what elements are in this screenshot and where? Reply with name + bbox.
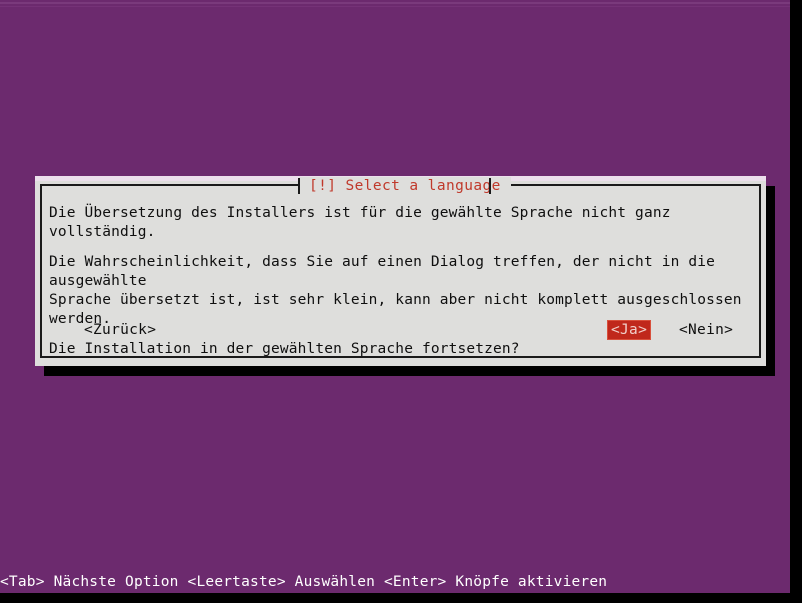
dialog-paragraph-2: Die Wahrscheinlichkeit, dass Sie auf ein… xyxy=(49,254,742,327)
no-button[interactable]: <Nein> xyxy=(675,320,737,340)
back-button[interactable]: <Zurück> xyxy=(80,320,160,340)
dialog-paragraph-1: Die Übersetzung des Installers ist für d… xyxy=(49,205,680,240)
title-tick-left xyxy=(298,178,300,194)
canvas-top-rule-secondary xyxy=(0,6,790,7)
dialog-body: Die Übersetzung des Installers ist für d… xyxy=(49,204,755,370)
footer-help-text: <Tab> Nächste Option <Leertaste> Auswähl… xyxy=(0,574,608,590)
dialog-button-row: <Zurück> <Ja> <Nein> xyxy=(49,320,755,342)
dialog-title: [!] Select a language xyxy=(299,177,511,195)
installer-screen: Die Übersetzung des Installers ist für d… xyxy=(0,0,802,603)
yes-button[interactable]: <Ja> xyxy=(607,320,652,340)
language-warning-dialog: Die Übersetzung des Installers ist für d… xyxy=(35,176,766,366)
dialog-paragraph-3: Die Installation in der gewählten Sprach… xyxy=(49,341,520,357)
installer-canvas: Die Übersetzung des Installers ist für d… xyxy=(0,0,790,593)
footer-help-bar: <Tab> Nächste Option <Leertaste> Auswähl… xyxy=(0,571,790,593)
canvas-top-rule xyxy=(0,2,790,4)
title-tick-right xyxy=(489,178,491,194)
